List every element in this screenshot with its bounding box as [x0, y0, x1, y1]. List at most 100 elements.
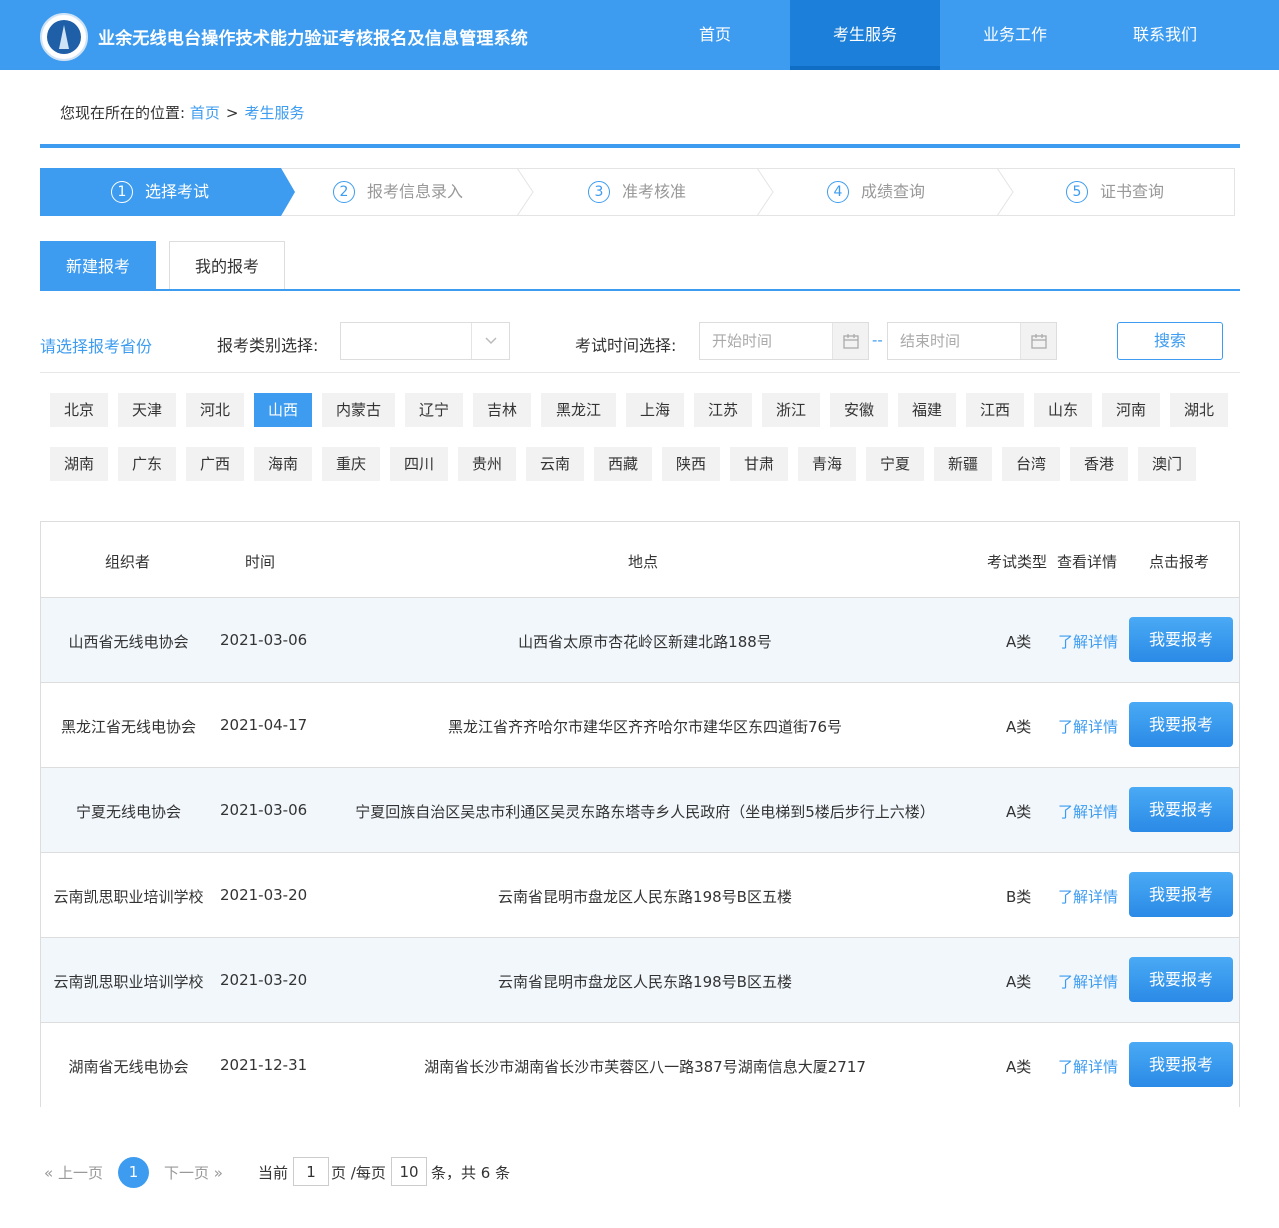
- details-link[interactable]: 了解详情: [1058, 971, 1118, 992]
- province-chip[interactable]: 广西: [186, 447, 244, 481]
- province-chip[interactable]: 广东: [118, 447, 176, 481]
- province-chip[interactable]: 湖南: [50, 447, 108, 481]
- step-certificate-query[interactable]: 5 证书查询: [1066, 168, 1164, 216]
- details-link[interactable]: 了解详情: [1058, 886, 1118, 907]
- step-label: 准考核准: [622, 182, 687, 201]
- step-number: 3: [588, 181, 610, 203]
- details-link[interactable]: 了解详情: [1058, 716, 1118, 737]
- breadcrumb-prefix: 您现在所在的位置:: [60, 104, 186, 122]
- province-chip[interactable]: 云南: [526, 447, 584, 481]
- step-admission-approval[interactable]: 3 准考核准: [588, 168, 686, 216]
- step-label: 报考信息录入: [367, 182, 464, 201]
- date-range-separator: --: [872, 331, 883, 349]
- province-chip[interactable]: 台湾: [1002, 447, 1060, 481]
- province-chip[interactable]: 吉林: [473, 393, 531, 427]
- province-chip[interactable]: 甘肃: [730, 447, 788, 481]
- table-row: 云南凯思职业培训学校 2021-03-20 云南省昆明市盘龙区人民东路198号B…: [41, 853, 1239, 938]
- province-chip[interactable]: 河北: [186, 393, 244, 427]
- cell-organizer: 黑龙江省无线电协会: [60, 718, 196, 736]
- page-number-button[interactable]: 1: [118, 1157, 149, 1188]
- province-chip[interactable]: 湖北: [1170, 393, 1228, 427]
- nav-business-work[interactable]: 业务工作: [940, 0, 1090, 70]
- details-link[interactable]: 了解详情: [1058, 1056, 1118, 1077]
- cell-organizer: 云南凯思职业培训学校: [53, 888, 204, 906]
- tab-my-registrations[interactable]: 我的报考: [169, 241, 285, 291]
- province-chip[interactable]: 安徽: [830, 393, 888, 427]
- province-chip[interactable]: 贵州: [458, 447, 516, 481]
- per-page-input[interactable]: [391, 1157, 427, 1186]
- province-chip[interactable]: 山东: [1034, 393, 1092, 427]
- province-chip[interactable]: 黑龙江: [541, 393, 616, 427]
- pager-total-text: 条，共 6 条: [431, 1164, 511, 1182]
- col-register: 点击报考: [1149, 553, 1210, 571]
- apply-button[interactable]: 我要报考: [1129, 1042, 1233, 1087]
- apply-button[interactable]: 我要报考: [1129, 787, 1233, 832]
- nav-home[interactable]: 首页: [640, 0, 790, 70]
- nav-contact-us[interactable]: 联系我们: [1090, 0, 1240, 70]
- province-chip[interactable]: 四川: [390, 447, 448, 481]
- cell-organizer: 云南凯思职业培训学校: [53, 973, 204, 991]
- apply-button[interactable]: 我要报考: [1129, 957, 1233, 1002]
- province-chip[interactable]: 江苏: [694, 393, 752, 427]
- apply-button[interactable]: 我要报考: [1129, 617, 1233, 662]
- province-chip[interactable]: 江西: [966, 393, 1024, 427]
- step-score-query[interactable]: 4 成绩查询: [827, 168, 925, 216]
- cell-location: 山西省太原市杏花岭区新建北路188号: [518, 633, 772, 651]
- breadcrumb-separator: >: [225, 104, 239, 122]
- pager-per-page-label: 页 /每页: [331, 1164, 386, 1182]
- cell-location: 湖南省长沙市湖南省长沙市芙蓉区八一路387号湖南信息大厦2717: [424, 1058, 866, 1076]
- chevron-right-icon: [756, 168, 774, 216]
- details-link[interactable]: 了解详情: [1058, 631, 1118, 652]
- calendar-icon[interactable]: [832, 323, 868, 359]
- breadcrumb-home-link[interactable]: 首页: [190, 104, 220, 122]
- chevron-down-icon[interactable]: [471, 323, 509, 359]
- chevron-right-icon: [516, 168, 534, 216]
- pager-current-label: 当前: [258, 1164, 289, 1182]
- top-header: 业余无线电台操作技术能力验证考核报名及信息管理系统 首页 考生服务 业务工作 联…: [0, 0, 1279, 70]
- tab-new-registration[interactable]: 新建报考: [40, 241, 156, 291]
- cell-organizer: 山西省无线电协会: [68, 633, 189, 651]
- logo[interactable]: [40, 13, 88, 61]
- province-chip[interactable]: 宁夏: [866, 447, 924, 481]
- province-select-label[interactable]: 请选择报考省份: [40, 333, 152, 357]
- province-chip[interactable]: 香港: [1070, 447, 1128, 481]
- current-page-input[interactable]: [293, 1157, 329, 1186]
- step-label: 成绩查询: [861, 182, 926, 201]
- chevron-right-icon: [996, 168, 1014, 216]
- calendar-icon[interactable]: [1020, 323, 1056, 359]
- province-chip[interactable]: 天津: [118, 393, 176, 427]
- nav-candidate-services[interactable]: 考生服务: [790, 0, 940, 70]
- prev-page-link[interactable]: « 上一页: [44, 1162, 103, 1183]
- province-chip[interactable]: 河南: [1102, 393, 1160, 427]
- province-chip-selected[interactable]: 山西: [254, 393, 312, 427]
- province-chip[interactable]: 浙江: [762, 393, 820, 427]
- province-chip[interactable]: 上海: [626, 393, 684, 427]
- exam-time-label: 考试时间选择:: [575, 336, 677, 355]
- cell-location: 黑龙江省齐齐哈尔市建华区齐齐哈尔市建华区东四道街76号: [447, 718, 843, 736]
- province-chip[interactable]: 辽宁: [405, 393, 463, 427]
- details-link[interactable]: 了解详情: [1058, 801, 1118, 822]
- apply-button[interactable]: 我要报考: [1129, 702, 1233, 747]
- apply-button[interactable]: 我要报考: [1129, 872, 1233, 917]
- province-chip[interactable]: 新疆: [934, 447, 992, 481]
- tabs-underline: [40, 289, 1240, 291]
- province-chip[interactable]: 西藏: [594, 447, 652, 481]
- province-chip[interactable]: 海南: [254, 447, 312, 481]
- province-chip[interactable]: 内蒙古: [322, 393, 395, 427]
- province-chip[interactable]: 陕西: [662, 447, 720, 481]
- province-chip[interactable]: 北京: [50, 393, 108, 427]
- category-label: 报考类别选择:: [217, 336, 319, 355]
- province-chip[interactable]: 福建: [898, 393, 956, 427]
- step-info-entry[interactable]: 2 报考信息录入: [333, 168, 463, 216]
- breadcrumb-current-link[interactable]: 考生服务: [244, 104, 304, 122]
- table-row: 宁夏无线电协会 2021-03-06 宁夏回族自治区吴忠市利通区吴灵东路东塔寺乡…: [41, 768, 1239, 853]
- step-select-exam[interactable]: 1 选择考试: [40, 168, 281, 216]
- site-title: 业余无线电台操作技术能力验证考核报名及信息管理系统: [98, 29, 528, 49]
- province-chip[interactable]: 重庆: [322, 447, 380, 481]
- province-chip[interactable]: 澳门: [1138, 447, 1196, 481]
- table-row: 湖南省无线电协会 2021-12-31 湖南省长沙市湖南省长沙市芙蓉区八一路38…: [41, 1023, 1239, 1108]
- category-select[interactable]: [340, 322, 510, 360]
- province-chip[interactable]: 青海: [798, 447, 856, 481]
- next-page-link[interactable]: 下一页 »: [164, 1162, 223, 1183]
- search-button[interactable]: 搜索: [1117, 322, 1223, 360]
